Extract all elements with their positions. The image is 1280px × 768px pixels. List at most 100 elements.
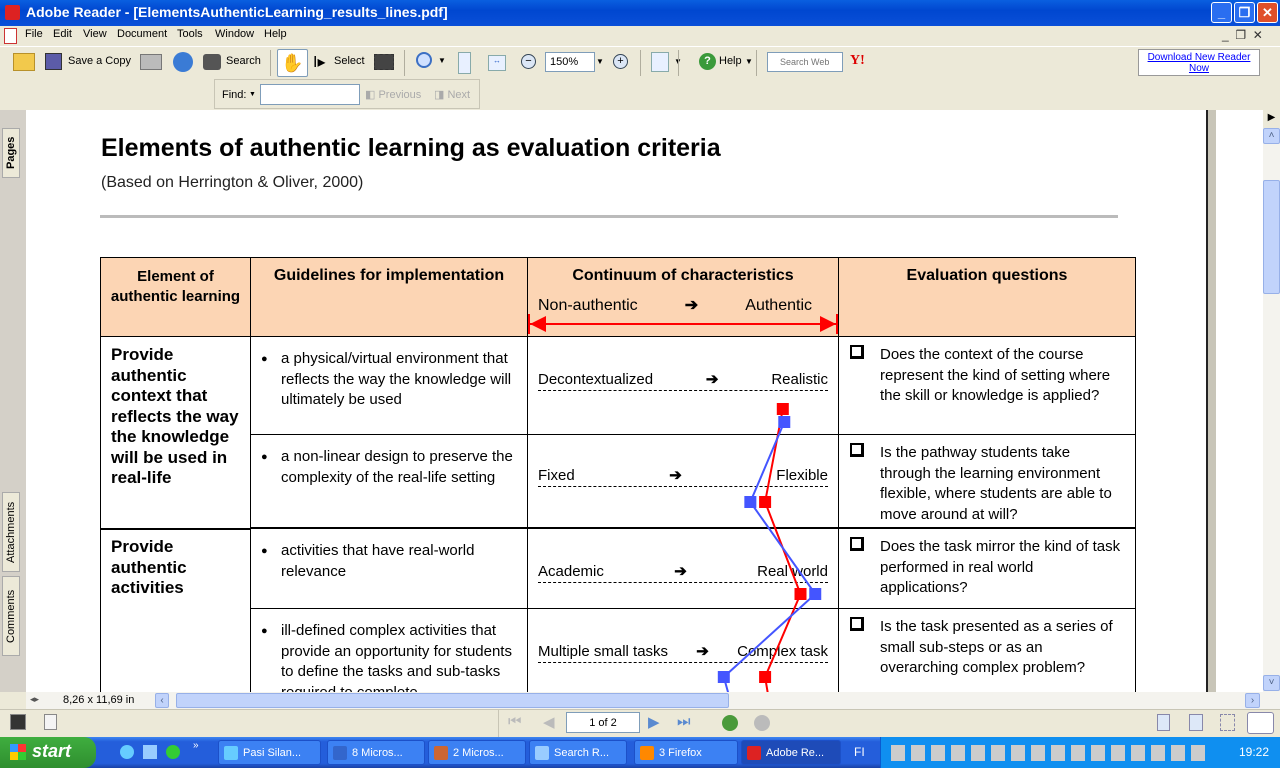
vertical-scrollbar[interactable]: ˄ ˅ [1263, 128, 1280, 692]
start-label: start [32, 741, 72, 761]
task-app-icon [747, 746, 761, 760]
yahoo-logo-icon[interactable]: Y! [850, 53, 865, 69]
series-line [722, 421, 817, 692]
save-disk-icon[interactable] [45, 53, 62, 70]
facing-pages-icon[interactable] [1247, 712, 1274, 734]
pdf-page: Elements of authentic learning as evalua… [26, 110, 1206, 692]
help-dropdown-icon[interactable]: ▼ [745, 57, 753, 66]
find-input[interactable] [260, 84, 360, 105]
status-bar: ⏮ ◀ 1 of 2 ▶ ⏭ [0, 709, 1280, 737]
quicklaunch-outlook-icon[interactable] [143, 745, 157, 759]
go-back-view-button[interactable] [722, 715, 738, 731]
search-web-input[interactable] [767, 52, 843, 72]
find-next-button[interactable]: ◨ Next [434, 88, 470, 101]
menu-file[interactable]: File [25, 28, 43, 40]
scroll-up-button[interactable]: ˄ [1263, 128, 1280, 144]
task-label: 2 Micros... [453, 747, 504, 759]
find-options-dropdown-icon[interactable]: ▼ [249, 91, 256, 98]
vertical-scroll-thumb[interactable] [1263, 180, 1280, 294]
menu-window[interactable]: Window [215, 28, 254, 40]
zoom-in-icon[interactable]: + [613, 54, 628, 69]
close-button[interactable]: ✕ [1257, 2, 1278, 23]
minimize-button[interactable]: _ [1211, 2, 1232, 23]
task-label: Adobe Re... [766, 747, 825, 759]
scroll-right-button[interactable]: › [1245, 693, 1260, 708]
binoculars-icon[interactable] [203, 54, 221, 70]
select-tool-button[interactable]: Select [334, 55, 365, 67]
menu-view[interactable]: View [83, 28, 107, 40]
results-line-chart [717, 403, 822, 692]
first-page-button[interactable]: ⏮ [508, 713, 522, 730]
full-screen-icon[interactable] [10, 714, 26, 730]
menu-help[interactable]: Help [264, 28, 287, 40]
quicklaunch-messenger-icon[interactable] [166, 745, 180, 759]
windows-logo-icon [10, 744, 26, 760]
go-forward-view-button[interactable] [754, 715, 770, 731]
start-button[interactable]: start [0, 737, 96, 768]
splitter-handle-icon[interactable]: ◂▸ [30, 694, 39, 705]
download-new-reader-link[interactable]: Download New Reader Now [1138, 49, 1260, 76]
continuous-facing-icon[interactable] [1220, 714, 1235, 731]
comments-tab[interactable]: Comments [2, 576, 20, 656]
next-page-button[interactable]: ▶ [648, 713, 660, 731]
zoom-dropdown-arrow-icon[interactable]: ▼ [438, 56, 446, 65]
zoom-level-input[interactable]: 150% [545, 52, 595, 72]
hand-tool-icon[interactable]: ✋ [277, 49, 308, 77]
print-icon[interactable] [140, 54, 162, 70]
snapshot-camera-icon[interactable] [374, 54, 394, 70]
taskbar-button[interactable]: 8 Micros... [327, 740, 425, 765]
find-next-label: Next [447, 89, 471, 101]
task-label: Pasi Silan... [243, 747, 302, 759]
fit-page-icon[interactable] [458, 52, 471, 74]
zoom-out-icon[interactable]: − [521, 54, 536, 69]
open-folder-icon[interactable] [13, 53, 35, 71]
panel-expand-arrow-icon[interactable]: ▶ [1263, 112, 1280, 128]
language-indicator[interactable]: FI [854, 745, 865, 759]
help-button[interactable]: Help [719, 55, 742, 67]
save-copy-button[interactable]: Save a Copy [68, 55, 131, 67]
email-globe-icon[interactable] [173, 52, 193, 72]
search-button[interactable]: Search [226, 55, 261, 67]
fit-width-icon[interactable]: ↔ [488, 55, 506, 71]
taskbar-button[interactable]: Search R... [529, 740, 627, 765]
task-app-icon [333, 746, 347, 760]
zoom-level-dropdown-icon[interactable]: ▼ [596, 57, 604, 66]
taskbar-button[interactable]: 3 Firefox [634, 740, 738, 765]
find-label[interactable]: Find: [222, 89, 246, 101]
page-number-input[interactable]: 1 of 2 [566, 712, 640, 733]
data-point-marker [778, 416, 791, 428]
scroll-left-button[interactable]: ‹ [155, 693, 169, 708]
menu-document[interactable]: Document [117, 28, 167, 40]
doc-window-controls[interactable]: _ ❐ ✕ [1222, 28, 1263, 42]
download-link-line2[interactable]: Now [1189, 63, 1209, 74]
data-point-marker [776, 403, 789, 415]
menu-tools[interactable]: Tools [177, 28, 203, 40]
page-layout-icon[interactable] [44, 714, 57, 730]
find-previous-button[interactable]: ◧ Previous [365, 88, 421, 101]
previous-page-button[interactable]: ◀ [543, 713, 555, 731]
help-icon[interactable]: ? [699, 53, 716, 70]
continuous-page-icon[interactable] [1189, 714, 1203, 731]
menu-edit[interactable]: Edit [53, 28, 72, 40]
scroll-down-button[interactable]: ˅ [1263, 675, 1280, 691]
series-line [764, 408, 802, 692]
pages-tab[interactable]: Pages [2, 128, 20, 178]
taskbar-button[interactable]: Pasi Silan... [218, 740, 321, 765]
single-page-icon[interactable] [1157, 714, 1170, 731]
quicklaunch-ie-icon[interactable] [120, 745, 134, 759]
horizontal-scroll-thumb[interactable] [176, 693, 729, 708]
last-page-button[interactable]: ⏭ [677, 713, 691, 730]
restore-button[interactable]: ❐ [1234, 2, 1255, 23]
zoom-in-magnifier-icon[interactable] [416, 52, 432, 68]
data-point-marker [744, 496, 757, 508]
taskbar-button[interactable]: 2 Micros... [428, 740, 526, 765]
data-point-marker [717, 671, 730, 683]
taskbar-button[interactable]: Adobe Re... [741, 740, 841, 765]
quicklaunch-more-icon[interactable]: » [193, 740, 199, 751]
select-cursor-icon[interactable]: I▸ [313, 52, 325, 72]
attachments-tab[interactable]: Attachments [2, 492, 20, 572]
download-link-line1[interactable]: Download New Reader [1148, 52, 1251, 63]
task-label: 3 Firefox [659, 747, 702, 759]
tray-icons[interactable] [891, 745, 1211, 761]
rotate-pages-icon[interactable] [651, 52, 669, 72]
